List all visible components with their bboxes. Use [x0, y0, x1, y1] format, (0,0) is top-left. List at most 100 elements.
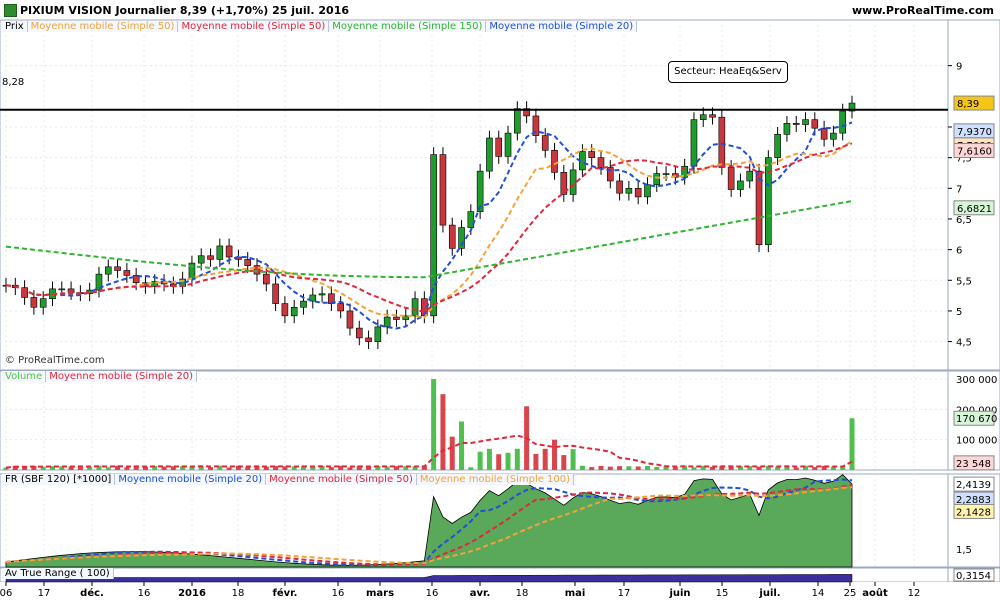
time-tick-label: juin — [668, 588, 690, 599]
fr-tick-label-1: 1,5 — [956, 545, 972, 556]
legend-fr: FR (SBF 120) [*1000] — [2, 474, 116, 485]
candle-body — [616, 180, 623, 194]
candle-body — [448, 224, 456, 249]
candle-body — [30, 297, 38, 308]
legend-fr-ma20: Moyenne mobile (Simple 20) — [115, 474, 267, 485]
legend-volume: Volume — [2, 371, 47, 382]
price-tick-label: 5,5 — [956, 276, 972, 287]
volume-bar — [449, 436, 455, 470]
fr-legend: FR (SBF 120) [*1000] Moyenne mobile (Sim… — [2, 474, 575, 485]
time-tick-label: 16 — [332, 588, 345, 599]
candle-body — [644, 184, 651, 198]
time-tick-label: 16 — [138, 588, 151, 599]
time-tick-label: 14 — [812, 588, 825, 599]
legend-volume-ma20: Moyenne mobile (Simple 20) — [46, 371, 197, 382]
volume-bar — [775, 467, 781, 470]
candle-body — [58, 288, 66, 291]
price-badge-text: 8,39 — [957, 99, 979, 110]
candle-body — [225, 245, 233, 258]
candle-body — [495, 137, 503, 157]
candle-body — [755, 170, 763, 246]
candle-body — [504, 132, 512, 157]
candle-body — [104, 266, 112, 275]
volume-badge-text: 23 548 — [956, 459, 991, 470]
candle-body — [374, 326, 382, 342]
volume-bar — [533, 453, 539, 470]
candle-body — [811, 119, 819, 129]
volume-bar — [589, 467, 595, 470]
candle-body — [272, 283, 279, 304]
candle-body — [300, 300, 307, 308]
volume-bar — [328, 467, 334, 470]
volume-bar — [347, 467, 353, 470]
sector-annotation[interactable]: Secteur: HeaEq&Serv — [668, 61, 788, 83]
candle-body — [802, 119, 809, 125]
price-legend: Prix Moyenne mobile (Simple 50) Moyenne … — [2, 21, 638, 32]
candle-body — [625, 188, 633, 194]
candle-body — [290, 306, 298, 317]
candle-body — [114, 266, 121, 271]
candle-body — [281, 303, 289, 317]
candle-body — [774, 134, 781, 158]
volume-bar — [486, 448, 492, 470]
candle-body — [467, 211, 475, 228]
candle-body — [541, 135, 549, 151]
time-tick-label: déc. — [80, 587, 104, 599]
chart-canvas[interactable]: 4,555,566,577,5890617déc.16201618févr.16… — [0, 0, 1000, 600]
price-tick-label: 7 — [956, 184, 962, 195]
volume-bar — [672, 467, 678, 470]
candle-body — [365, 337, 372, 342]
volume-bar — [514, 448, 520, 470]
price-badge-text: 6,6821 — [957, 204, 992, 215]
candle-body — [727, 167, 735, 190]
candle-body — [355, 327, 363, 339]
time-tick-label: 18 — [516, 588, 529, 599]
price-badge-text: 7,6160 — [957, 147, 992, 158]
time-tick-label: 16 — [426, 588, 439, 599]
time-tick-label: 06 — [0, 588, 12, 599]
candle-body — [792, 123, 800, 125]
volume-bar — [468, 467, 474, 470]
volume-bar — [691, 467, 697, 470]
price-tick-label: 6 — [956, 246, 962, 257]
candle-body — [830, 132, 837, 140]
fr-badge-text: 2,1428 — [956, 507, 991, 518]
candle-body — [216, 245, 224, 260]
volume-badge-text: 170 670 — [956, 414, 997, 425]
candle-body — [123, 270, 131, 276]
volume-bar — [561, 455, 567, 470]
volume-bar — [607, 466, 613, 470]
candle-body — [244, 259, 252, 266]
volume-bar — [635, 466, 641, 470]
candle-body — [783, 123, 791, 135]
volume-bar — [226, 467, 232, 470]
time-tick-label: avr. — [470, 588, 491, 599]
volume-bar — [812, 467, 818, 470]
candle-body — [346, 310, 354, 329]
price-tick-label: 9 — [956, 62, 962, 73]
volume-bar — [124, 467, 130, 470]
time-tick-label: août — [862, 587, 888, 599]
volume-bar — [644, 465, 650, 470]
time-tick-label: févr. — [273, 587, 298, 599]
legend-price: Prix — [2, 21, 28, 32]
candle-body — [514, 108, 521, 134]
volume-bar — [626, 466, 632, 470]
volume-bar — [598, 465, 604, 470]
volume-bar — [105, 467, 111, 470]
volume-bar — [477, 451, 483, 470]
atr-badge-text: 0,3154 — [956, 571, 991, 582]
volume-bar — [459, 421, 465, 470]
volume-bar — [542, 448, 548, 470]
legend-fr-ma100: Moyenne mobile (Simple 100) — [416, 474, 575, 485]
time-tick-label: mars — [366, 588, 394, 599]
volume-legend: Volume Moyenne mobile (Simple 20) — [2, 371, 197, 382]
fr-badge-text: 2,4139 — [956, 480, 991, 491]
price-tick-label: 4,5 — [956, 338, 972, 349]
candle-body — [690, 119, 698, 167]
time-tick-label: 2016 — [178, 588, 206, 599]
candle-body — [597, 157, 605, 168]
candle-body — [39, 298, 47, 308]
volume-bar — [570, 449, 576, 470]
candle-body — [551, 149, 558, 173]
